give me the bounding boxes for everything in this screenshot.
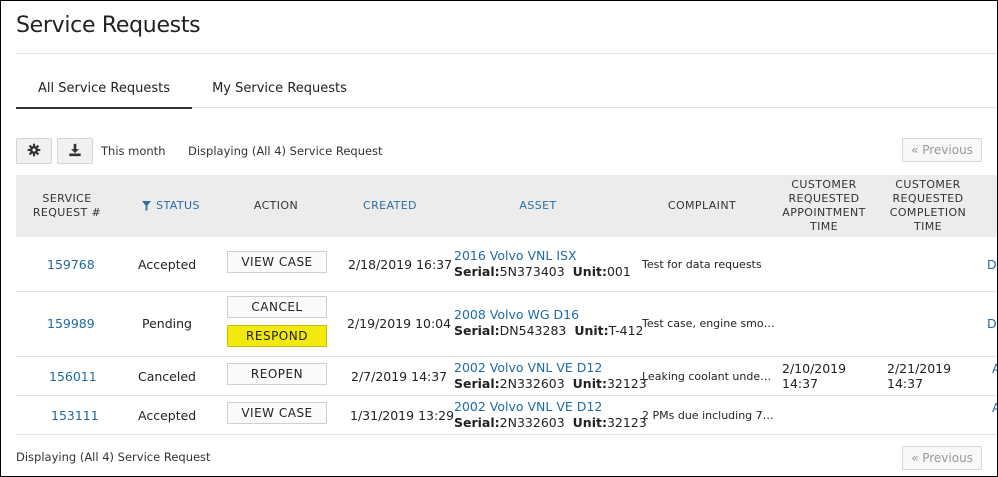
asset-link[interactable]: 2002 Volvo VNL VE D12: [454, 360, 647, 375]
complaint-text: Test case, engine smo…: [642, 317, 775, 330]
truncated-column-link[interactable]: A: [992, 400, 997, 415]
status-text: Accepted: [138, 408, 197, 423]
filter-icon: [142, 201, 152, 211]
asset-cell: 2016 Volvo VNL ISX Serial:5N373403 Unit:…: [454, 248, 631, 279]
asset-cell: 2008 Volvo WG D16 Serial:DN543283 Unit:T…: [454, 307, 643, 338]
period-filter[interactable]: This month: [101, 144, 165, 158]
gear-icon: [27, 142, 41, 161]
footer-previous-page-button[interactable]: « Previous: [902, 446, 982, 470]
asset-details: Serial:2N332603 Unit:32123: [454, 415, 647, 430]
asset-details: Serial:5N373403 Unit:001: [454, 264, 631, 279]
request-id-link[interactable]: 159989: [47, 316, 95, 331]
page-title: Service Requests: [16, 13, 201, 38]
request-id-link[interactable]: 153111: [51, 408, 99, 423]
table-row: 156011 Canceled REOPEN 2/7/2019 14:37 20…: [16, 357, 997, 396]
previous-page-button[interactable]: « Previous: [902, 138, 982, 162]
app-frame: Service Requests All Service Requests My…: [0, 0, 998, 477]
asset-cell: 2002 Volvo VNL VE D12 Serial:2N332603 Un…: [454, 399, 647, 430]
status-text: Accepted: [138, 257, 197, 272]
respond-button[interactable]: RESPOND: [227, 325, 327, 347]
created-date: 1/31/2019 13:29: [350, 408, 455, 423]
reopen-button[interactable]: REOPEN: [227, 363, 327, 385]
complaint-text: Leaking coolant unde…: [642, 370, 772, 383]
view-case-button[interactable]: VIEW CASE: [227, 402, 327, 424]
status-text: Pending: [142, 316, 192, 331]
column-header-status[interactable]: STATUS: [118, 175, 224, 237]
column-header-id[interactable]: SERVICE REQUEST #: [16, 175, 118, 237]
complaint-text: Test for data requests: [642, 258, 762, 271]
asset-details: Serial:2N332603 Unit:32123: [454, 376, 647, 391]
displaying-count: Displaying (All 4) Service Request: [188, 144, 383, 158]
table-row: 159989 Pending CANCEL RESPOND 2/19/2019 …: [16, 292, 997, 357]
created-date: 2/7/2019 14:37: [351, 369, 448, 384]
column-header-asset[interactable]: ASSET: [452, 175, 624, 237]
title-divider: [16, 53, 997, 54]
table-header: SERVICE REQUEST # STATUS ACTION CREATED …: [16, 175, 997, 237]
appointment-time: 2/10/2019 14:37: [782, 361, 847, 391]
request-id-link[interactable]: 156011: [49, 369, 97, 384]
truncated-column-link[interactable]: A: [992, 361, 997, 376]
completion-time: 2/21/2019 14:37: [887, 361, 952, 391]
asset-details: Serial:DN543283 Unit:T-412: [454, 323, 644, 338]
table-row: 159768 Accepted VIEW CASE 2/18/2019 16:3…: [16, 237, 997, 292]
tab-bar: All Service Requests My Service Requests: [16, 71, 997, 109]
asset-link[interactable]: 2008 Volvo WG D16: [454, 307, 643, 322]
column-header-action: ACTION: [253, 199, 299, 212]
created-date: 2/18/2019 16:37: [348, 257, 453, 272]
column-header-completion-time: CUSTOMER REQUESTED COMPLETION TIME: [889, 178, 967, 233]
column-header-appointment-time: CUSTOMER REQUESTED APPOINTMENT TIME: [782, 178, 866, 233]
view-case-button[interactable]: VIEW CASE: [227, 251, 327, 273]
cancel-button[interactable]: CANCEL: [227, 296, 327, 318]
tab-all-service-requests[interactable]: All Service Requests: [16, 71, 192, 109]
toolbar: This month Displaying (All 4) Service Re…: [16, 138, 982, 164]
tab-my-service-requests[interactable]: My Service Requests: [202, 71, 357, 107]
complaint-text: 2 PMs due including 7…: [642, 409, 774, 422]
truncated-column-link[interactable]: D: [987, 316, 997, 331]
download-button[interactable]: [57, 138, 93, 164]
status-text: Canceled: [138, 369, 196, 384]
asset-link[interactable]: 2002 Volvo VNL VE D12: [454, 399, 647, 414]
settings-button[interactable]: [16, 138, 52, 164]
column-header-complaint: COMPLAINT: [667, 199, 737, 212]
download-icon: [68, 142, 82, 161]
footer-displaying-count: Displaying (All 4) Service Request: [16, 450, 211, 464]
table-row: 153111 Accepted VIEW CASE 1/31/2019 13:2…: [16, 396, 997, 435]
asset-link[interactable]: 2016 Volvo VNL ISX: [454, 248, 631, 263]
request-id-link[interactable]: 159768: [47, 257, 95, 272]
column-header-created[interactable]: CREATED: [328, 175, 452, 237]
truncated-column-link[interactable]: D: [987, 257, 997, 272]
asset-cell: 2002 Volvo VNL VE D12 Serial:2N332603 Un…: [454, 360, 647, 391]
created-date: 2/19/2019 10:04: [347, 316, 452, 331]
